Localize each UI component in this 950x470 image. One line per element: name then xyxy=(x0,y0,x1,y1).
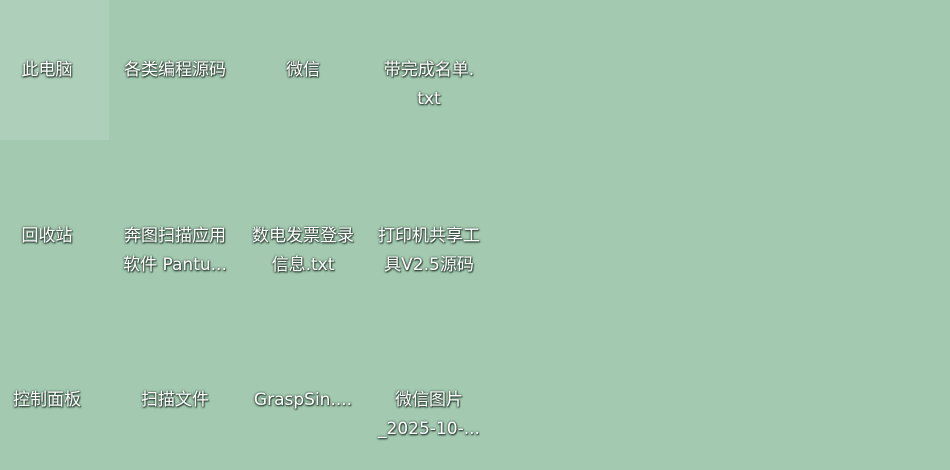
icon-label-line: 微信图片 xyxy=(395,390,463,410)
icon-label-line: 回收站 xyxy=(21,226,73,246)
icon-label-line: 扫描文件 xyxy=(141,390,209,410)
desktop-icon-invoice-login-txt[interactable]: 数电发票登录 信息.txt xyxy=(241,166,365,306)
desktop-icon-printer-share-tool[interactable]: 打印机共享工 具V2.5源码 xyxy=(367,166,491,306)
icon-label-line: 微信 xyxy=(286,60,320,80)
icon-label-line: GraspSin.... xyxy=(253,390,353,410)
desktop-icon-control-panel[interactable]: 控制面板 xyxy=(0,330,109,470)
icon-label: 打印机共享工 具V2.5源码 xyxy=(367,222,491,280)
desktop[interactable]: 此电脑 各类编程源码 微信 带完成名单. txt 回收站 奔图扫描应用 软件 P… xyxy=(0,0,950,465)
icon-label: 奔图扫描应用 软件 Pantu... xyxy=(113,222,237,280)
icon-label: 扫描文件 xyxy=(113,386,237,415)
desktop-icon-graspsin[interactable]: GraspSin.... xyxy=(241,330,365,470)
desktop-icon-wechat[interactable]: 微信 xyxy=(241,0,365,140)
icon-label-line: 软件 Pantu... xyxy=(123,255,227,275)
icon-label: 此电脑 xyxy=(0,56,109,85)
icon-label: 带完成名单. txt xyxy=(367,56,491,114)
icon-label-line: 各类编程源码 xyxy=(124,60,226,80)
desktop-icon-wechat-image[interactable]: 微信图片 _2025-10-... xyxy=(367,330,491,470)
icon-label-line: 奔图扫描应用 xyxy=(124,226,226,246)
icon-label-line: 打印机共享工 xyxy=(378,226,480,246)
icon-label-line: 具V2.5源码 xyxy=(384,255,474,275)
icon-label-line: 此电脑 xyxy=(21,60,73,80)
icon-label: 各类编程源码 xyxy=(113,56,237,85)
icon-label-line: 数电发票登录 xyxy=(252,226,354,246)
icon-label-line: _2025-10-... xyxy=(378,419,480,439)
icon-label-line: 带完成名单. xyxy=(383,60,475,80)
icon-label: GraspSin.... xyxy=(241,386,365,415)
desktop-icon-pantum-scan-app[interactable]: 奔图扫描应用 软件 Pantu... xyxy=(113,166,237,306)
desktop-icon-scanned-files[interactable]: 扫描文件 xyxy=(113,330,237,470)
icon-label: 微信 xyxy=(241,56,365,85)
desktop-icon-recycle-bin[interactable]: 回收站 xyxy=(0,166,109,306)
desktop-icon-pending-list-txt[interactable]: 带完成名单. txt xyxy=(367,0,491,140)
icon-label: 控制面板 xyxy=(0,386,109,415)
icon-label: 微信图片 _2025-10-... xyxy=(367,386,491,444)
icon-label-line: txt xyxy=(417,89,441,109)
desktop-icon-source-codes-folder[interactable]: 各类编程源码 xyxy=(113,0,237,140)
icon-label-line: 控制面板 xyxy=(13,390,81,410)
icon-label-line: 信息.txt xyxy=(271,255,335,275)
icon-label: 数电发票登录 信息.txt xyxy=(241,222,365,280)
desktop-icon-this-pc[interactable]: 此电脑 xyxy=(0,0,109,140)
icon-label: 回收站 xyxy=(0,222,109,251)
